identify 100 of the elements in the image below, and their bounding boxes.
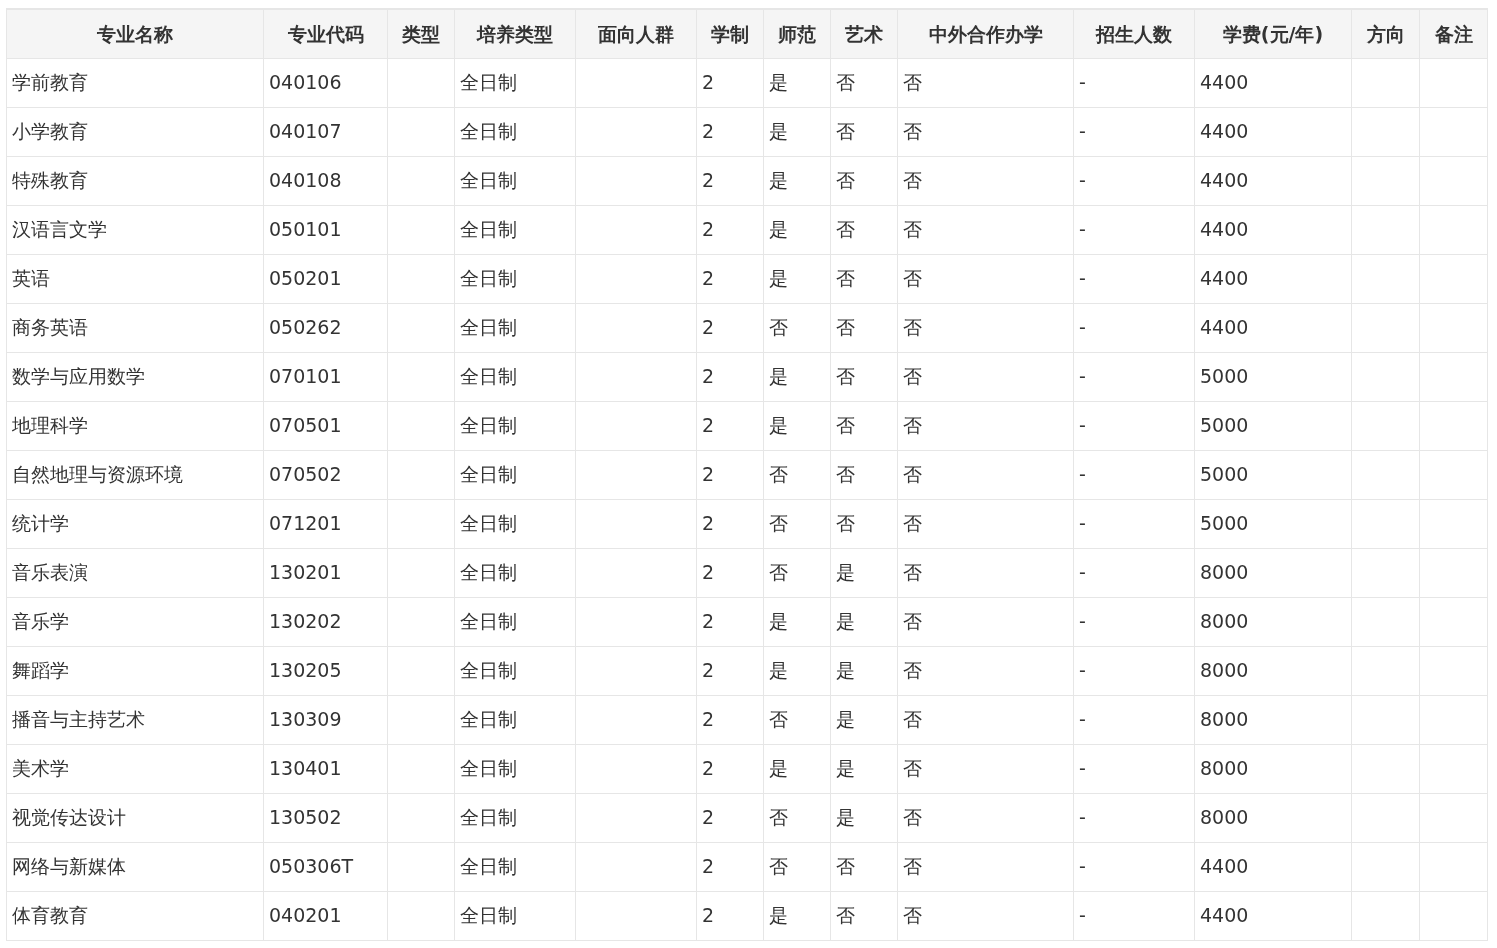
column-header: 学制 [696,9,764,58]
table-cell: - [1073,646,1195,695]
table-cell: 否 [897,646,1074,695]
column-header: 艺术 [830,9,898,58]
table-cell: 体育教育 [6,891,264,940]
table-cell: - [1073,352,1195,401]
table-cell: - [1073,793,1195,842]
table-cell: 特殊教育 [6,156,264,205]
table-cell: 130205 [263,646,388,695]
table-cell: 否 [763,499,831,548]
column-header: 中外合作办学 [897,9,1074,58]
table-cell: 全日制 [454,842,576,891]
table-cell: 是 [763,891,831,940]
table-cell: 美术学 [6,744,264,793]
table-cell: 4400 [1194,205,1352,254]
table-cell: 是 [763,352,831,401]
table-cell: 否 [897,891,1074,940]
table-cell: 否 [830,254,898,303]
table-cell: - [1073,254,1195,303]
table-cell: 全日制 [454,646,576,695]
table-cell: 070502 [263,450,388,499]
table-cell: 是 [763,254,831,303]
table-cell: 130202 [263,597,388,646]
table-cell: 否 [897,842,1074,891]
table-cell: - [1073,107,1195,156]
table-cell: 音乐学 [6,597,264,646]
table-cell: 否 [897,303,1074,352]
table-cell: 否 [897,254,1074,303]
table-cell: 全日制 [454,156,576,205]
table-cell: 070501 [263,401,388,450]
table-cell: 130201 [263,548,388,597]
table-cell: 5000 [1194,352,1352,401]
table-cell: 5000 [1194,450,1352,499]
table-cell: 2 [696,548,764,597]
table-cell: 全日制 [454,107,576,156]
table-cell: 地理科学 [6,401,264,450]
table-cell: 否 [830,842,898,891]
table-cell: - [1073,401,1195,450]
table-cell: 2 [696,744,764,793]
table-cell: 否 [897,597,1074,646]
table-cell: 否 [830,58,898,107]
table-cell: - [1073,303,1195,352]
table-cell: 全日制 [454,303,576,352]
table-cell: 音乐表演 [6,548,264,597]
table-cell: 2 [696,793,764,842]
table-cell: - [1073,744,1195,793]
table-cell: 否 [830,303,898,352]
table-cell: 4400 [1194,891,1352,940]
table-cell: 5000 [1194,499,1352,548]
table-cell: 否 [830,156,898,205]
table-cell: 否 [763,793,831,842]
table-cell: 2 [696,597,764,646]
table-cell: 070101 [263,352,388,401]
table-cell: 商务英语 [6,303,264,352]
table-cell: 否 [897,450,1074,499]
table-cell: 否 [897,401,1074,450]
column-header: 招生人数 [1073,9,1195,58]
table-cell: 舞蹈学 [6,646,264,695]
table-cell: 130502 [263,793,388,842]
table-cell: 全日制 [454,744,576,793]
column-header: 专业名称 [6,9,264,58]
table-cell: 全日制 [454,793,576,842]
table-cell: - [1073,156,1195,205]
table-cell: 汉语言文学 [6,205,264,254]
table-cell: 播音与主持艺术 [6,695,264,744]
table-cell: - [1073,597,1195,646]
table-cell: 全日制 [454,548,576,597]
table-cell: 4400 [1194,58,1352,107]
table-cell: 130309 [263,695,388,744]
table-cell: 2 [696,156,764,205]
table-cell: 否 [763,450,831,499]
table-cell: 2 [696,450,764,499]
table-cell: 是 [763,107,831,156]
table-cell: 是 [830,646,898,695]
column-header: 面向人群 [575,9,697,58]
table-cell: 全日制 [454,254,576,303]
table-cell: - [1073,205,1195,254]
table-cell: 2 [696,401,764,450]
table-cell: - [1073,891,1195,940]
table-cell: 4400 [1194,303,1352,352]
table-cell: 视觉传达设计 [6,793,264,842]
table-cell: 全日制 [454,352,576,401]
column-header: 备注 [1419,9,1488,58]
table-cell: 040107 [263,107,388,156]
column-header: 专业代码 [263,9,388,58]
table-cell: 自然地理与资源环境 [6,450,264,499]
table-cell: 小学教育 [6,107,264,156]
table-cell: 是 [830,793,898,842]
table-cell: 8000 [1194,597,1352,646]
table-cell: - [1073,450,1195,499]
table-cell: 是 [763,597,831,646]
table-cell: 否 [897,156,1074,205]
table-cell: 否 [830,401,898,450]
table-cell: 全日制 [454,205,576,254]
table-cell: 否 [763,548,831,597]
table-cell: 是 [763,646,831,695]
table-cell: 全日制 [454,891,576,940]
table-cell: - [1073,695,1195,744]
column-header: 学费(元/年) [1194,9,1352,58]
table-cell: 网络与新媒体 [6,842,264,891]
